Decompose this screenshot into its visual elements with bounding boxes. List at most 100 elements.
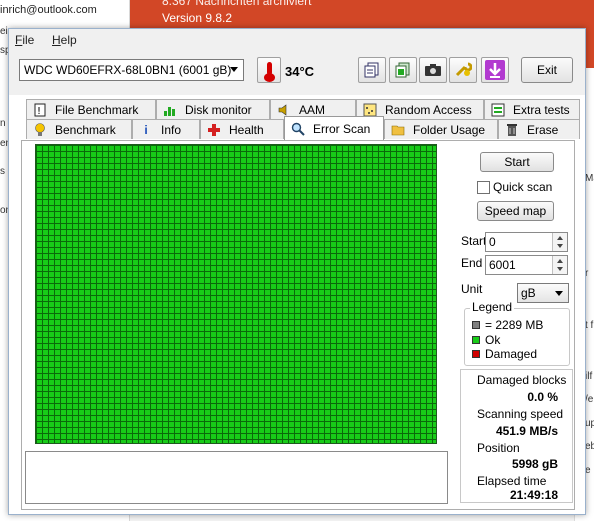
tab-label: Extra tests (513, 102, 570, 117)
tab-label: Health (229, 122, 264, 137)
tab-health[interactable]: Health (200, 119, 284, 139)
tab-file-benchmark[interactable]: ! File Benchmark (26, 99, 156, 119)
background-fragment: n (0, 118, 6, 129)
exit-button[interactable]: Exit (521, 57, 573, 83)
background-fragment: eb (585, 441, 594, 452)
legend-swatch-green (472, 336, 480, 344)
chevron-down-icon (230, 67, 238, 72)
scanning-speed-label: Scanning speed (477, 407, 564, 421)
scanning-speed-value: 451.9 MB/s (495, 424, 558, 438)
hdtune-window: File Help WDC WD60EFRX-68L0BN1 (6001 gB)… (8, 28, 586, 515)
unit-label: Unit (461, 282, 483, 296)
tab-label: Benchmark (55, 122, 116, 137)
start-spinbox[interactable]: 0 (485, 232, 568, 252)
spin-arrows-icon[interactable] (552, 256, 567, 274)
background-fragment: Ma (585, 173, 594, 184)
scan-stats-box: Damaged blocks 0.0 % Scanning speed 451.… (460, 369, 573, 503)
wrench-icon (455, 62, 472, 77)
quick-scan-checkbox[interactable] (477, 181, 490, 194)
folder-icon (391, 123, 405, 137)
end-spinbox[interactable]: 6001 (485, 255, 568, 275)
background-fragment: ei (0, 26, 8, 37)
background-banner-line: 8.367 Nachrichten archiviert (162, 0, 312, 8)
scan-log-box[interactable] (25, 451, 448, 504)
chevron-down-icon (555, 291, 563, 296)
tab-label: File Benchmark (55, 102, 139, 117)
background-fragment: up (585, 418, 594, 429)
legend-item-ok: Ok (472, 333, 500, 347)
scan-block-grid (35, 144, 437, 444)
tab-label: AAM (299, 102, 326, 117)
camera-icon (425, 64, 441, 76)
extra-tests-icon (491, 103, 505, 117)
position-value: 5998 gB (511, 457, 558, 471)
spin-arrows-icon[interactable] (552, 233, 567, 251)
elapsed-time-label: Elapsed time (477, 474, 547, 488)
legend-item-damaged: Damaged (472, 347, 537, 361)
tab-label: Random Access (385, 102, 472, 117)
disk-monitor-icon (163, 103, 177, 117)
lightbulb-icon (33, 122, 47, 137)
svg-text:!: ! (37, 106, 41, 117)
toolbar: WDC WD60EFRX-68L0BN1 (6001 gB) 34°C Exit (9, 51, 585, 95)
legend-damaged: Damaged (485, 347, 538, 361)
drive-select[interactable]: WDC WD60EFRX-68L0BN1 (6001 gB) (19, 59, 244, 81)
copy-screenshot-button[interactable] (389, 57, 417, 83)
start-value: 0 (489, 235, 496, 249)
error-scan-panel: Start Quick scan Speed map Start 0 End 6… (21, 140, 575, 510)
options-button[interactable] (449, 57, 477, 83)
legend-title: Legend (470, 300, 515, 314)
damaged-blocks-value: 0.0 % (527, 390, 558, 404)
menu-help[interactable]: Help (52, 33, 77, 47)
unit-value: gB (521, 286, 536, 300)
legend-swatch-gray (472, 321, 480, 329)
copy-text-icon (364, 62, 379, 78)
end-value: 6001 (489, 258, 516, 272)
screenshot-button[interactable] (419, 57, 447, 83)
tab-erase[interactable]: Erase (498, 119, 580, 139)
speaker-icon (277, 103, 291, 117)
menu-bar: File Help (9, 29, 585, 51)
legend-item-block-size: = 2289 MB (472, 318, 543, 332)
random-access-icon (363, 103, 377, 117)
legend-block-size: = 2289 MB (485, 318, 544, 332)
tab-extra-tests[interactable]: Extra tests (484, 99, 580, 119)
tab-label: Error Scan (313, 121, 371, 136)
thermometer-icon (257, 57, 281, 83)
end-label: End (461, 256, 483, 270)
file-benchmark-icon: ! (33, 103, 47, 117)
info-icon: i (144, 122, 148, 137)
background-fragment: s (0, 166, 5, 177)
tab-label: Info (161, 122, 182, 137)
trash-icon (505, 123, 519, 137)
tab-error-scan[interactable]: Error Scan (284, 116, 384, 140)
position-label: Position (477, 441, 520, 455)
temperature-value: 34°C (285, 64, 315, 79)
tab-disk-monitor[interactable]: Disk monitor (156, 99, 270, 119)
background-email: inrich@outlook.com (0, 4, 97, 16)
save-download-button[interactable] (481, 57, 509, 83)
background-fragment: ilf (585, 371, 593, 382)
unit-select[interactable]: gB (517, 283, 569, 303)
tab-info[interactable]: i Info (132, 119, 200, 139)
speed-map-button[interactable]: Speed map (477, 201, 554, 221)
magnifier-icon (291, 122, 305, 136)
tab-benchmark[interactable]: Benchmark (26, 119, 132, 139)
background-fragment: t f (585, 320, 594, 331)
elapsed-time-value: 21:49:18 (509, 488, 558, 502)
start-scan-button[interactable]: Start (480, 152, 554, 172)
legend-swatch-red (472, 350, 480, 358)
start-label: Start (461, 234, 487, 248)
download-arrow-icon (485, 60, 505, 80)
damaged-blocks-label: Damaged blocks (477, 373, 567, 387)
health-cross-icon (207, 123, 221, 137)
menu-file[interactable]: File (15, 33, 34, 47)
copy-screenshot-icon (395, 62, 410, 78)
drive-select-value: WDC WD60EFRX-68L0BN1 (6001 gB) (24, 63, 232, 77)
quick-scan-label: Quick scan (493, 180, 553, 194)
tab-folder-usage[interactable]: Folder Usage (384, 119, 498, 139)
copy-text-button[interactable] (358, 57, 386, 83)
background-fragment: /e (585, 394, 594, 405)
tab-label: Erase (527, 122, 559, 137)
legend-ok: Ok (485, 333, 501, 347)
